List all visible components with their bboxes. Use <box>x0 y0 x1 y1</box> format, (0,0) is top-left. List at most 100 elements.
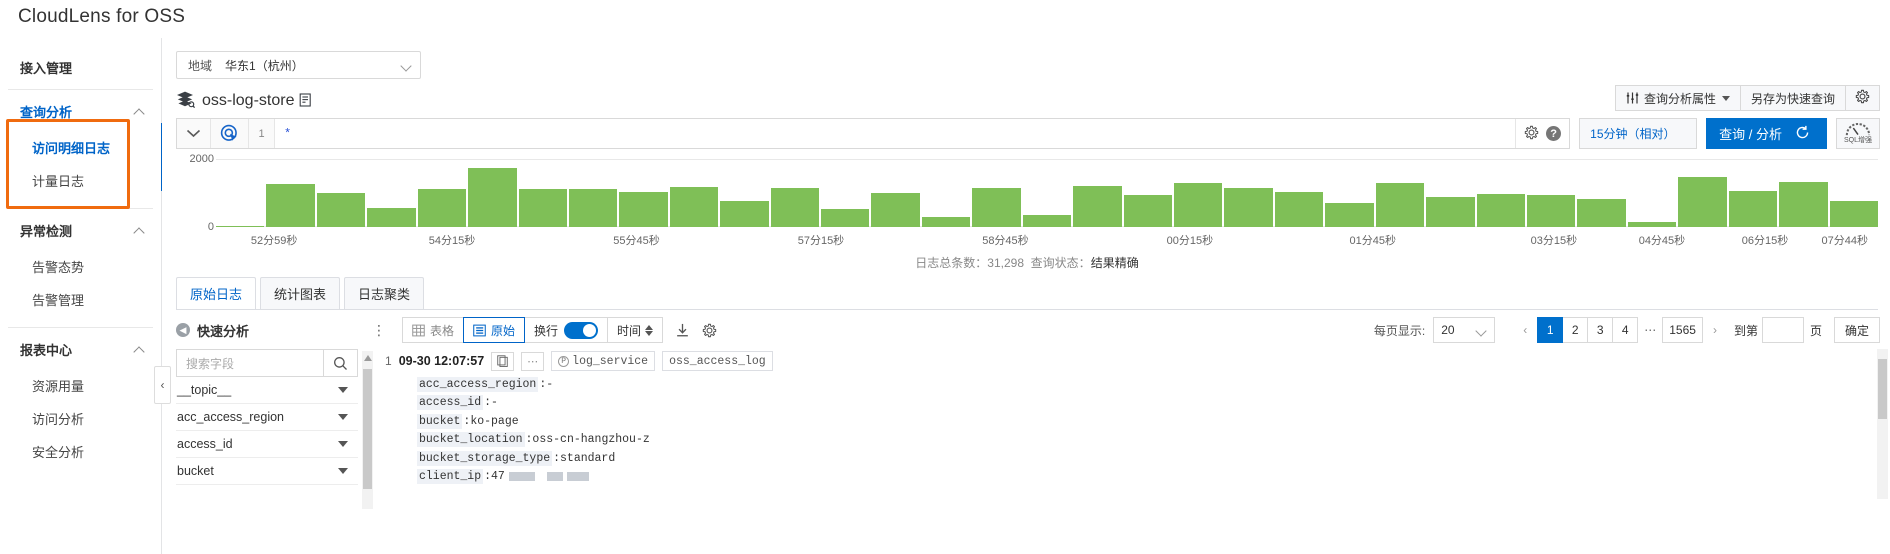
project-tag[interactable]: P log_service <box>551 351 656 371</box>
query-input[interactable]: * <box>275 119 1516 148</box>
scroll-up-icon[interactable] <box>364 355 372 361</box>
page-prev-button[interactable]: ‹ <box>1512 317 1538 343</box>
sidebar-item-alert-management[interactable]: 告警管理 <box>0 283 161 316</box>
time-sort-button[interactable]: 时间 <box>607 317 664 343</box>
help-icon[interactable]: ? <box>1546 126 1562 141</box>
chart-bar[interactable] <box>1325 203 1374 227</box>
goto-page-input[interactable] <box>1761 317 1804 343</box>
caret-down-icon[interactable] <box>338 468 348 474</box>
query-settings-icon[interactable] <box>1524 125 1539 143</box>
chart-bar[interactable] <box>1476 193 1525 227</box>
tab-raw-logs[interactable]: 原始日志 <box>176 277 257 309</box>
field-list-item[interactable]: __topic__ <box>176 377 358 404</box>
chart-bar[interactable] <box>518 189 567 227</box>
page-button-1[interactable]: 1 <box>1537 317 1564 343</box>
sidebar-group-anomaly-detection[interactable]: 异常检测 <box>0 209 161 250</box>
field-panel-scrollbar[interactable] <box>362 351 373 509</box>
chart-bar[interactable] <box>216 225 265 227</box>
content-settings-icon[interactable] <box>702 323 717 338</box>
chart-bar[interactable] <box>1526 195 1576 227</box>
sidebar-group-query-analysis[interactable]: 查询分析 <box>0 90 161 131</box>
chart-bar[interactable] <box>921 216 971 227</box>
per-page-select[interactable]: 20 <box>1433 317 1496 343</box>
tab-statistics-chart[interactable]: 统计图表 <box>260 277 341 309</box>
sql-enhance-button[interactable]: SQL增强 <box>1836 118 1880 149</box>
chart-bar[interactable] <box>1123 194 1173 227</box>
log-field-key[interactable]: acc_access_region <box>417 376 539 392</box>
chart-bar[interactable] <box>1073 186 1122 227</box>
query-analysis-properties-button[interactable]: 查询分析属性 <box>1614 85 1741 111</box>
chart-bar[interactable] <box>669 186 719 227</box>
sidebar-item-access-analysis[interactable]: 访问分析 <box>0 402 161 435</box>
sidebar-group-report-center[interactable]: 报表中心 <box>0 328 161 369</box>
caret-down-icon[interactable] <box>338 387 348 393</box>
log-more-button[interactable]: ⋯ <box>521 351 545 371</box>
goto-confirm-button[interactable]: 确定 <box>1833 317 1880 343</box>
log-field-key[interactable]: access_id <box>417 395 484 411</box>
log-field-key[interactable]: bucket_location <box>417 432 525 448</box>
chart-bar[interactable] <box>1627 221 1677 227</box>
time-range-picker[interactable]: 15分钟（相对） <box>1579 118 1698 149</box>
region-select[interactable]: 地域 华东1（杭州） <box>176 51 421 79</box>
chart-bar[interactable] <box>1678 176 1727 227</box>
chart-bar[interactable] <box>1829 201 1878 227</box>
download-icon[interactable] <box>675 323 690 338</box>
field-search-input[interactable]: 搜索字段 <box>176 349 323 377</box>
chart-bar[interactable] <box>972 187 1021 227</box>
sidebar-item-alert-situation[interactable]: 告警态势 <box>0 250 161 283</box>
chart-bar[interactable] <box>568 189 618 227</box>
sidebar-collapse-button[interactable]: ‹ <box>154 366 171 404</box>
chart-bar[interactable] <box>1022 215 1072 227</box>
log-field-key[interactable]: bucket <box>417 413 463 429</box>
field-list-item[interactable]: bucket <box>176 458 358 485</box>
log-field-key[interactable]: bucket_storage_type <box>417 450 553 466</box>
log-field-key[interactable]: client_ip <box>417 469 484 485</box>
chart-bar[interactable] <box>821 209 870 227</box>
more-options-icon[interactable]: ⋮ <box>372 322 387 339</box>
search-analyze-button[interactable]: 查询 / 分析 <box>1706 118 1827 149</box>
field-list-item[interactable]: access_id <box>176 431 358 458</box>
chart-bar[interactable] <box>770 187 820 227</box>
wrap-toggle-switch[interactable] <box>564 321 599 339</box>
page-next-button[interactable]: › <box>1702 317 1728 343</box>
chart-bar[interactable] <box>367 207 416 227</box>
chart-bar[interactable] <box>1174 183 1223 227</box>
doc-icon[interactable] <box>299 92 312 110</box>
chart-bar[interactable] <box>417 189 467 227</box>
page-button-4[interactable]: 4 <box>1612 317 1639 343</box>
sidebar-item-security-analysis[interactable]: 安全分析 <box>0 435 161 468</box>
chart-bar[interactable] <box>468 167 517 227</box>
view-mode-raw-button[interactable]: 原始 <box>463 317 526 343</box>
copy-icon[interactable] <box>491 351 515 371</box>
page-button-last[interactable]: 1565 <box>1662 317 1703 343</box>
page-button-2[interactable]: 2 <box>1562 317 1589 343</box>
chart-bar[interactable] <box>1728 190 1778 227</box>
scrollbar-thumb[interactable] <box>1878 359 1887 419</box>
caret-down-icon[interactable] <box>338 441 348 447</box>
chart-bar[interactable] <box>1274 192 1324 227</box>
query-target-icon[interactable] <box>211 119 249 148</box>
chart-bar[interactable] <box>1577 199 1626 227</box>
refresh-icon[interactable] <box>1795 125 1810 143</box>
save-as-quick-query-button[interactable]: 另存为快速查询 <box>1739 85 1846 111</box>
tab-log-clustering[interactable]: 日志聚类 <box>344 277 425 309</box>
sidebar-item-access-detail-log[interactable]: 访问明细日志 <box>0 131 161 164</box>
chart-bar[interactable] <box>1375 183 1425 227</box>
chart-bar[interactable] <box>1426 197 1475 227</box>
chart-bar[interactable] <box>871 193 920 227</box>
chart-bar[interactable] <box>316 193 366 227</box>
caret-down-icon[interactable] <box>338 414 348 420</box>
chart-bar[interactable] <box>720 201 769 227</box>
chart-bar[interactable] <box>266 183 315 227</box>
query-expand-button[interactable] <box>177 119 211 148</box>
field-list-item[interactable]: acc_access_region <box>176 404 358 431</box>
logstore-settings-button[interactable] <box>1845 85 1880 111</box>
chart-bar[interactable] <box>1224 187 1273 227</box>
logstore-tag[interactable]: oss_access_log <box>662 351 773 371</box>
sidebar-item-access-management[interactable]: 接入管理 <box>0 48 161 89</box>
log-pane-scrollbar[interactable] <box>1877 349 1888 499</box>
collapse-left-icon[interactable]: ◀ <box>176 323 190 337</box>
sidebar-item-resource-usage[interactable]: 资源用量 <box>0 369 161 402</box>
view-mode-table-button[interactable]: 表格 <box>402 317 465 343</box>
search-icon[interactable] <box>323 349 358 377</box>
